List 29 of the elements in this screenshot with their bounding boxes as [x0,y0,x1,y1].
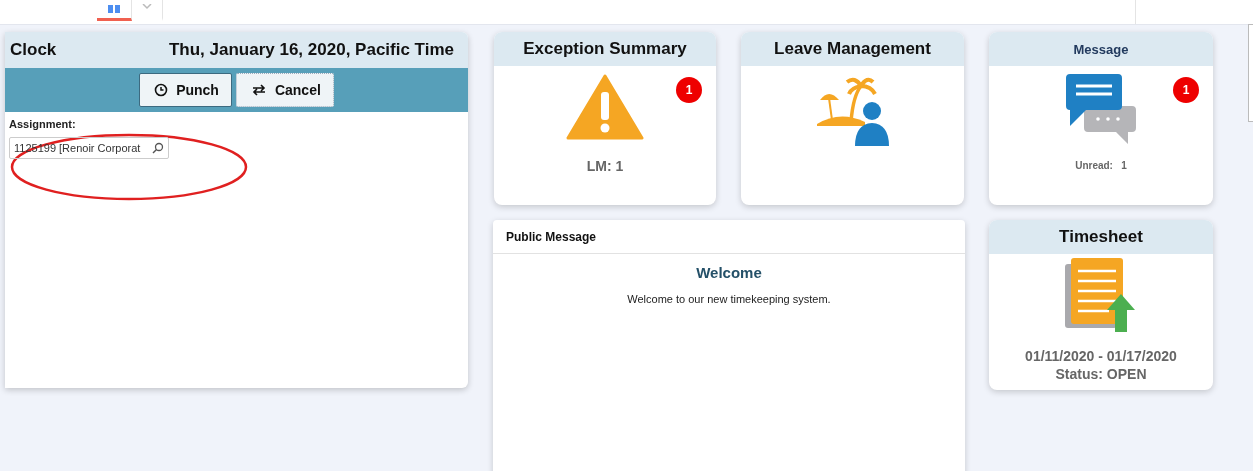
app-tab[interactable] [97,0,132,21]
search-icon[interactable] [152,142,164,154]
punch-button[interactable]: Punch [139,73,232,107]
field-label: Assignment: [9,118,77,130]
panel-title: Public Message [493,220,965,254]
dashboard-tile[interactable]: Message 1 Unread: 1 [989,32,1213,205]
message-text: Welcome to our new timekeeping system. [627,293,831,305]
exception-count: LM: 1 [586,158,624,174]
cancel-button[interactable]: Cancel [235,73,334,107]
tile-title: Exception Summary [494,32,716,66]
pay-period: 01/11/2020 - 01/17/2020 [1025,348,1177,364]
grid-icon [106,2,122,13]
timesheet-status: Status: OPEN [1055,366,1147,382]
message-heading: Welcome [696,264,762,281]
dashboard-tile[interactable]: Leave Management [741,32,964,205]
tile-title: Message [989,32,1213,66]
count-badge: 1 [1173,77,1199,103]
dashboard-tile[interactable]: Exception Summary 1 LM: 1 [494,32,716,205]
current-date: Thu, January 16, 2020, Pacific Time [168,40,454,60]
tile-title: Timesheet [989,220,1213,254]
warning-icon [566,74,644,140]
swap-arrows-icon [250,84,267,96]
panel-title: Clock [10,40,57,60]
unread-count: Unread: 1 [1075,160,1127,171]
chat-bubbles-icon [1064,74,1138,146]
timesheet-tile[interactable]: Timesheet 01/11/2020 - 01/17/2020 Status: OPEN [989,220,1213,390]
tile-title: Leave Management [741,32,964,66]
count-badge: 1 [676,77,702,103]
clock-icon [154,83,169,97]
